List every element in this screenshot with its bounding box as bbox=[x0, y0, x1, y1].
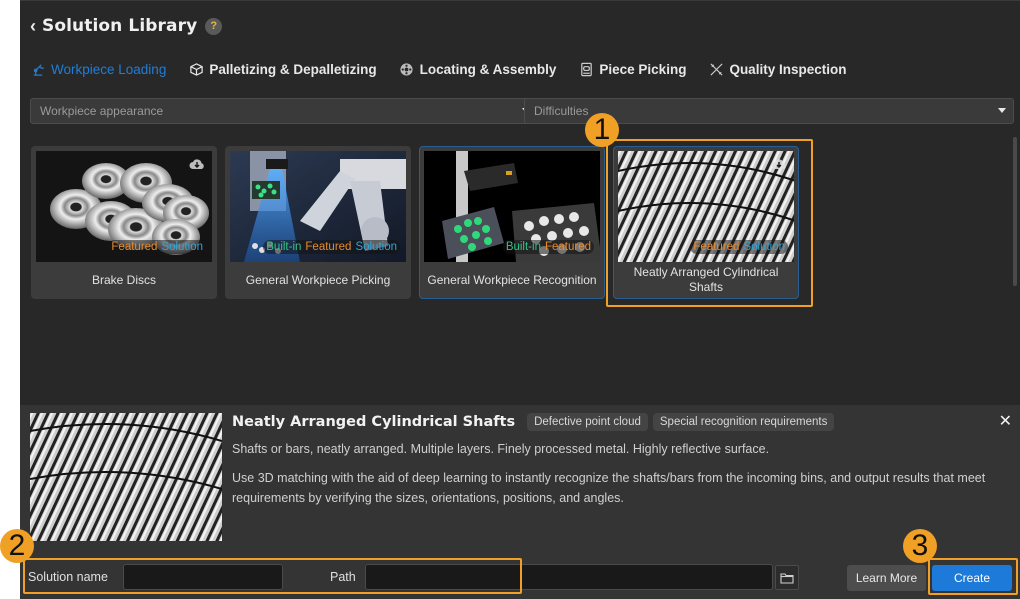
card-thumbnail: Featured Solution bbox=[36, 151, 212, 262]
detail-thumbnail bbox=[30, 413, 222, 541]
header: ‹ Solution Library ? bbox=[30, 13, 223, 39]
callout-badge-3: 3 bbox=[903, 529, 937, 563]
dropdown-placeholder: Workpiece appearance bbox=[40, 104, 164, 118]
detail-title-row: Neatly Arranged Cylindrical Shafts Defec… bbox=[232, 413, 839, 431]
card-title: General Workpiece Picking bbox=[245, 272, 391, 287]
card-thumbnail: Built-in Featured bbox=[424, 151, 600, 262]
browse-folder-button[interactable] bbox=[775, 565, 799, 590]
tab-palletizing[interactable]: Palletizing & Depalletizing bbox=[188, 61, 377, 77]
solution-badge: Solution bbox=[355, 241, 397, 253]
tab-label: Workpiece Loading bbox=[51, 61, 167, 77]
package-icon bbox=[578, 61, 594, 77]
featured-badge: Featured bbox=[544, 241, 591, 253]
tab-label: Locating & Assembly bbox=[419, 61, 557, 77]
featured-badge: Featured bbox=[305, 241, 352, 253]
tab-label: Palletizing & Depalletizing bbox=[209, 61, 377, 77]
solution-library-window: ‹ Solution Library ? Workpiece Loading P… bbox=[0, 0, 1020, 599]
difficulty-chip: Defective point cloud bbox=[527, 413, 648, 431]
tab-label: Quality Inspection bbox=[729, 61, 847, 77]
robot-arm-icon bbox=[30, 61, 46, 77]
card-list-scrollbar[interactable] bbox=[1013, 137, 1017, 286]
help-icon[interactable]: ? bbox=[205, 17, 223, 35]
page-title: Solution Library bbox=[42, 16, 198, 36]
callout-highlight-3 bbox=[928, 558, 1018, 595]
close-icon[interactable]: ✕ bbox=[999, 411, 1012, 431]
tools-icon bbox=[708, 61, 724, 77]
dropdown-placeholder: Difficulties bbox=[534, 104, 589, 118]
difficulty-chip: Special recognition requirements bbox=[652, 413, 835, 431]
card-thumbnail: Built-in Featured Solution bbox=[230, 151, 406, 262]
solution-card-brake-discs[interactable]: Featured Solution Brake Discs bbox=[31, 146, 217, 299]
caret-down-icon bbox=[998, 108, 1006, 113]
builtin-badge: Built-in bbox=[505, 241, 541, 253]
callout-badge-2: 2 bbox=[0, 529, 34, 563]
card-title: Brake Discs bbox=[91, 272, 156, 287]
gear-icon bbox=[399, 61, 415, 77]
callout-highlight-1 bbox=[606, 139, 813, 307]
solution-badge: Solution bbox=[161, 241, 203, 253]
tab-piece-picking[interactable]: Piece Picking bbox=[578, 61, 686, 77]
callout-highlight-2 bbox=[23, 558, 522, 594]
tab-locating-assembly[interactable]: Locating & Assembly bbox=[399, 61, 557, 77]
folder-icon bbox=[780, 572, 794, 584]
card-title: General Workpiece Recognition bbox=[427, 272, 597, 287]
chevron-left-icon[interactable]: ‹ bbox=[30, 17, 36, 35]
category-tabs: Workpiece Loading Palletizing & Depallet… bbox=[30, 57, 868, 81]
solution-card-general-workpiece-picking[interactable]: Built-in Featured Solution General Workp… bbox=[225, 146, 411, 299]
featured-badge: Featured bbox=[111, 241, 158, 253]
detail-title: Neatly Arranged Cylindrical Shafts bbox=[232, 414, 516, 430]
learn-more-button[interactable]: Learn More bbox=[847, 565, 926, 591]
builtin-badge: Built-in bbox=[266, 241, 302, 253]
solution-card-general-workpiece-recognition[interactable]: Built-in Featured General Workpiece Reco… bbox=[419, 146, 605, 299]
box-icon bbox=[188, 61, 204, 77]
badge-group: Featured Solution bbox=[108, 240, 206, 254]
download-icon[interactable] bbox=[189, 157, 205, 170]
badge-group: Built-in Featured Solution bbox=[263, 240, 400, 254]
badge-group: Built-in Featured bbox=[502, 240, 594, 254]
tab-quality-inspection[interactable]: Quality Inspection bbox=[708, 61, 846, 77]
detail-description: Shafts or bars, neatly arranged. Multipl… bbox=[232, 442, 770, 456]
detail-body: Use 3D matching with the aid of deep lea… bbox=[232, 471, 986, 505]
tab-workpiece-loading[interactable]: Workpiece Loading bbox=[30, 61, 166, 77]
tab-label: Piece Picking bbox=[599, 61, 687, 77]
callout-badge-1: 1 bbox=[585, 113, 619, 147]
workpiece-appearance-dropdown[interactable]: Workpiece appearance bbox=[30, 98, 538, 124]
